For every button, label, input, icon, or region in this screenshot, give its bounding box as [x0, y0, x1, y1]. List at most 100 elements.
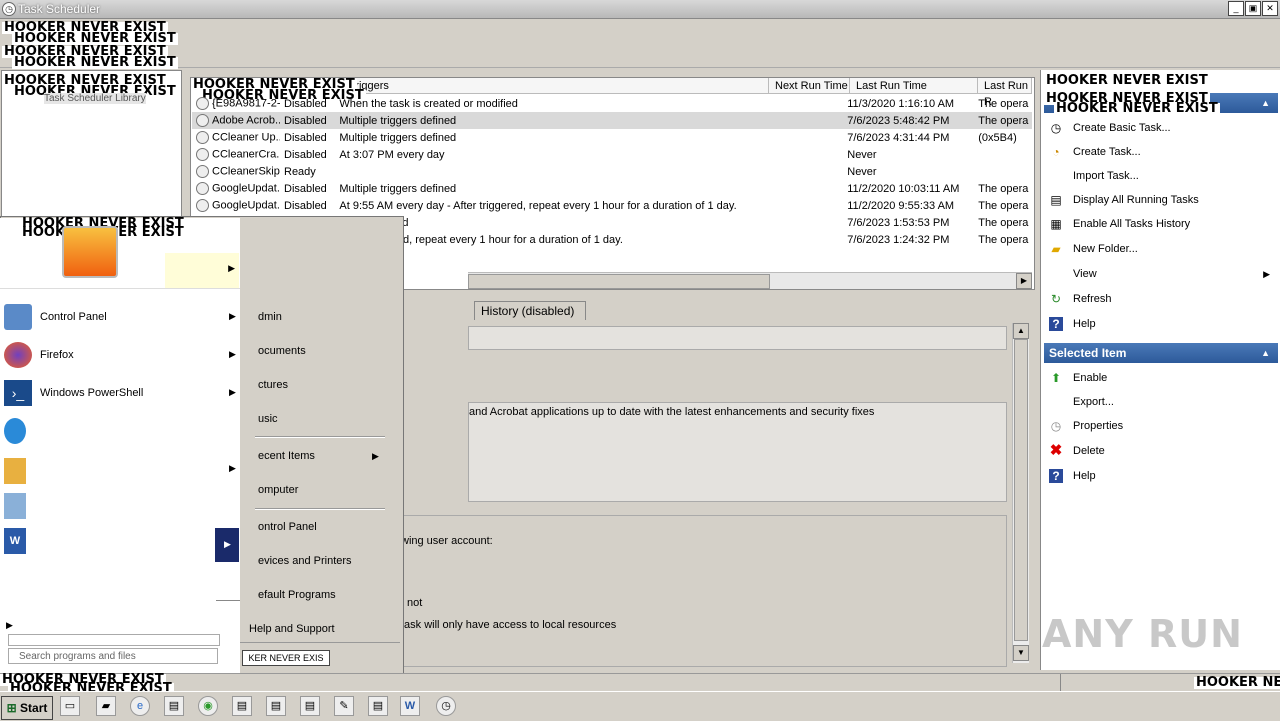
taskbar-word-icon[interactable]: W	[400, 696, 420, 716]
submenu-arrow-icon: ▶	[229, 463, 236, 473]
start-button[interactable]: ⊞ Start	[1, 696, 53, 720]
task-cell-triggers	[335, 163, 763, 180]
all-programs-arrow-icon[interactable]: ▶	[6, 620, 13, 631]
start-right-item-help[interactable]: Help and Support	[249, 623, 335, 635]
divider	[216, 600, 240, 601]
start-right-item-recent[interactable]: ecent Items ▶	[258, 450, 379, 462]
tree-item-library[interactable]: Task Scheduler Library	[44, 93, 146, 104]
table-row[interactable]: CCleanerSkip... Ready Never	[192, 163, 1032, 180]
close-button[interactable]: ✕	[1262, 1, 1278, 16]
control-panel-icon	[4, 304, 32, 330]
maximize-button[interactable]: ▣	[1245, 1, 1261, 16]
taskbar-icon[interactable]: ◷	[436, 696, 456, 716]
scroll-up-button[interactable]: ▲	[1013, 323, 1029, 339]
user-avatar[interactable]	[62, 226, 118, 278]
column-header-last-run[interactable]: Last Run Time	[850, 78, 978, 94]
column-header-triggers[interactable]: Triggers	[343, 78, 769, 94]
selected-item-header[interactable]: Selected Item ▲	[1044, 343, 1278, 363]
action-export[interactable]: Export...	[1046, 391, 1276, 413]
taskbar-icon[interactable]: ▤	[300, 696, 320, 716]
shutdown-button[interactable]: KER NEVER EXIS	[242, 650, 330, 666]
action-create-basic-task[interactable]: ◷ Create Basic Task...	[1046, 117, 1276, 139]
pinned-item-highlight[interactable]: ▶	[165, 253, 239, 288]
taskbar-icon[interactable]: ✎	[334, 696, 354, 716]
table-row[interactable]: CCleanerCra... Disabled At 3:07 PM every d…	[192, 146, 1032, 163]
task-cell-text: The opera	[978, 114, 1029, 127]
start-right-item-control-panel[interactable]: ontrol Panel	[258, 521, 317, 533]
action-new-folder[interactable]: ▰ New Folder...	[1046, 238, 1276, 260]
start-right-item-computer[interactable]: omputer	[258, 484, 298, 496]
action-view[interactable]: View ▶	[1046, 263, 1276, 285]
taskbar-icon[interactable]: ▭	[60, 696, 80, 716]
action-create-task[interactable]: ◔ Create Task...	[1046, 141, 1276, 163]
column-header-last-result[interactable]: Last Run R	[978, 78, 1032, 108]
table-row[interactable]: GoogleUpdat... Disabled At 9:55 AM every d…	[192, 197, 1032, 214]
start-right-item-documents[interactable]: ocuments	[258, 345, 306, 357]
scroll-down-button[interactable]: ▼	[1013, 645, 1029, 661]
taskbar-icon[interactable]: ▤	[266, 696, 286, 716]
action-enable[interactable]: ⬆ Enable	[1046, 367, 1276, 389]
all-programs-highlight[interactable]: ▶	[215, 528, 239, 562]
task-cell-text: (0x5B4)	[978, 131, 1017, 144]
scrollbar-thumb[interactable]	[468, 274, 770, 289]
search-input[interactable]: Search programs and files	[8, 648, 218, 664]
divider	[1060, 674, 1061, 692]
scroll-right-button[interactable]: ▶	[1016, 273, 1032, 289]
action-display-running[interactable]: ▤ Display All Running Tasks	[1046, 189, 1276, 211]
start-right-item-devices[interactable]: evices and Printers	[258, 555, 352, 567]
task-cell-text: Disabled	[284, 199, 327, 212]
enable-arrow-icon: ⬆	[1050, 371, 1062, 385]
action-help-selected[interactable]: ? Help	[1046, 465, 1276, 487]
app-icon[interactable]	[4, 458, 26, 484]
column-header-next-run[interactable]: Next Run Time	[769, 78, 850, 94]
vertical-scrollbar[interactable]: ▲ ▼	[1012, 323, 1029, 663]
start-right-item[interactable]: dmin	[258, 311, 282, 323]
task-clock-icon	[196, 97, 209, 110]
task-cell-text: When the task is created or modified	[339, 97, 518, 110]
windows-logo-icon: ⊞	[6, 701, 17, 715]
task-cell-next	[764, 146, 844, 163]
action-properties[interactable]: ◷ Properties	[1046, 415, 1276, 437]
task-clock-icon	[196, 114, 209, 127]
taskbar-icon[interactable]: ▤	[164, 696, 184, 716]
action-delete[interactable]: ✖ Delete	[1046, 440, 1276, 462]
firefox-icon	[4, 342, 32, 368]
task-cell-result: The opera	[974, 112, 1032, 129]
action-import-task[interactable]: Import Task...	[1046, 165, 1276, 187]
taskbar-ie-icon[interactable]: e	[130, 696, 150, 716]
start-right-item-default-programs[interactable]: efault Programs	[258, 589, 336, 601]
scrollbar-thumb[interactable]	[1014, 339, 1028, 641]
horizontal-scrollbar[interactable]: ▶	[468, 272, 1032, 289]
table-row[interactable]: Adobe Acrob... Disabled Multiple triggers …	[192, 112, 1032, 129]
task-cell-text: At 3:07 PM every day	[339, 148, 445, 161]
action-enable-history[interactable]: ▦ Enable All Tasks History	[1046, 213, 1276, 235]
history-icon: ▦	[1050, 217, 1062, 231]
task-cell-next	[764, 231, 844, 248]
table-row[interactable]: {E98A9817-2-5... Disabled When the task is…	[192, 95, 1032, 112]
logon-text: not	[407, 597, 423, 609]
action-help[interactable]: ? Help	[1046, 313, 1276, 335]
table-row[interactable]: GoogleUpdat... Disabled Multiple triggers …	[192, 180, 1032, 197]
task-cell-triggers: When the task is created or modified	[335, 95, 763, 112]
tab-history[interactable]: History (disabled)	[474, 301, 586, 320]
action-refresh[interactable]: ↻ Refresh	[1046, 288, 1276, 310]
table-row[interactable]: CCleaner Up... Disabled Multiple triggers …	[192, 129, 1032, 146]
minimize-button[interactable]: _	[1228, 1, 1244, 16]
word-icon[interactable]: W	[4, 528, 26, 554]
app-icon[interactable]	[4, 493, 26, 519]
task-cell-next	[764, 197, 844, 214]
task-cell-text: Multiple triggers defined	[339, 131, 457, 144]
status-bar	[0, 673, 1280, 692]
start-right-item-music[interactable]: usic	[258, 413, 278, 425]
search-input-top[interactable]	[8, 634, 220, 646]
taskbar-icon[interactable]: ▤	[232, 696, 252, 716]
taskbar-chrome-icon[interactable]: ◉	[198, 696, 218, 716]
task-cell-last: 7/6/2023 5:48:42 PM	[843, 112, 974, 129]
task-cell-text: Adobe Acrob...	[212, 114, 280, 127]
taskbar-folder-icon[interactable]: ▰	[96, 696, 116, 716]
task-cell-status: Disabled	[280, 95, 335, 112]
taskbar-icon[interactable]: ▤	[368, 696, 388, 716]
task-cell-last: Never	[843, 163, 974, 180]
ie-icon[interactable]	[4, 418, 26, 444]
start-right-item-pictures[interactable]: ctures	[258, 379, 288, 391]
